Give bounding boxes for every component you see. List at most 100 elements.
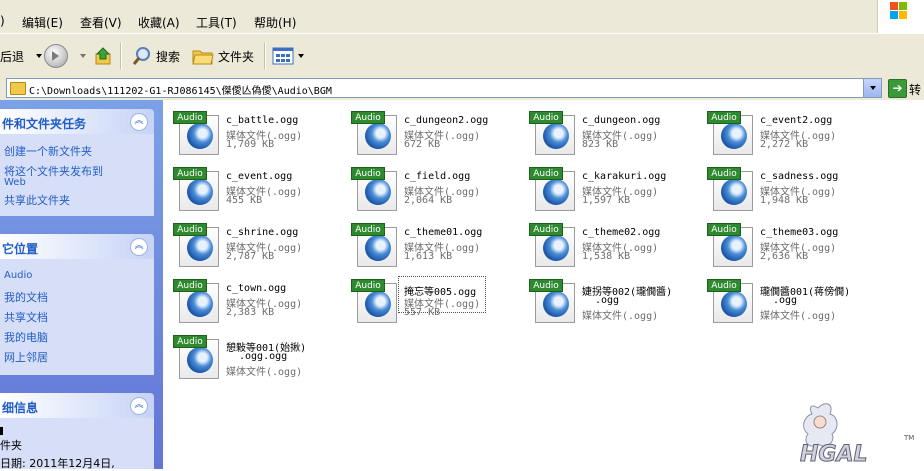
- toolbar: 后退 搜索 文件夹: [0, 33, 924, 79]
- file-name: c_karakuri.ogg: [582, 171, 667, 182]
- file-size: 1,613 KB: [404, 251, 453, 262]
- file-item[interactable]: Audio c_karakuri.ogg 媒体文件(.ogg) 1,597 KB: [521, 160, 697, 212]
- task-publish-web-cont[interactable]: Web: [4, 177, 26, 188]
- audio-file-icon: Audio: [173, 335, 219, 379]
- folders-label: 文件夹: [218, 49, 255, 64]
- back-dropdown-icon[interactable]: [36, 54, 43, 58]
- views-dropdown-icon[interactable]: [298, 54, 304, 58]
- file-item[interactable]: Audio c_shrine.ogg 媒体文件(.ogg) 2,787 KB: [165, 216, 341, 268]
- address-path: C:\Downloads\111202-G1-RJ086145\傑僾亾偽僾\Au…: [29, 86, 332, 97]
- file-item[interactable]: Audio 憩敤等001(始揪) .ogg.ogg 媒体文件(.ogg): [165, 328, 341, 380]
- media-swirl-icon: [187, 235, 213, 261]
- audio-file-icon: Audio: [173, 111, 219, 155]
- collapse-chevron-icon[interactable]: ︽: [130, 113, 148, 131]
- media-swirl-icon: [721, 123, 747, 149]
- file-item[interactable]: Audio c_sadness.ogg 媒体文件(.ogg) 1,948 KB: [699, 160, 875, 212]
- file-name: c_event2.ogg: [760, 115, 833, 126]
- file-name: c_sadness.ogg: [760, 171, 839, 182]
- file-item[interactable]: Audio 婕拐等002(瓏僩醬) .ogg 媒体文件(.ogg): [521, 272, 697, 324]
- folders-button[interactable]: 文件夹: [192, 44, 254, 68]
- file-item[interactable]: Audio c_battle.ogg 媒体文件(.ogg) 1,709 KB: [165, 104, 341, 156]
- file-item[interactable]: Audio c_event.ogg 媒体文件(.ogg) 455 KB: [165, 160, 341, 212]
- forward-button[interactable]: [44, 44, 86, 68]
- place-network[interactable]: 网上邻居: [4, 349, 48, 365]
- media-swirl-icon: [365, 291, 391, 317]
- media-swirl-icon: [187, 347, 213, 373]
- address-dropdown-button[interactable]: [863, 79, 881, 97]
- place-audio[interactable]: Audio: [4, 270, 32, 281]
- file-item[interactable]: Audio c_theme02.ogg 媒体文件(.ogg) 1,538 KB: [521, 216, 697, 268]
- back-button[interactable]: 后退: [0, 44, 43, 68]
- file-size: 557 KB: [404, 307, 441, 318]
- folder-icon: [10, 82, 26, 95]
- file-item[interactable]: Audio c_dungeon.ogg 媒体文件(.ogg) 823 KB: [521, 104, 697, 156]
- audio-tag-label: Audio: [529, 279, 563, 292]
- menu-view[interactable]: 查看(V): [80, 14, 122, 31]
- menu-bar: ) 编辑(E) 查看(V) 收藏(A) 工具(T) 帮助(H): [0, 0, 924, 33]
- file-size: 1,709 KB: [226, 139, 275, 150]
- task-share-folder[interactable]: 共享此文件夹: [4, 192, 70, 208]
- file-item[interactable]: Audio c_theme03.ogg 媒体文件(.ogg) 2,636 KB: [699, 216, 875, 268]
- menu-help[interactable]: 帮助(H): [254, 14, 296, 31]
- forward-dropdown-icon[interactable]: [80, 54, 86, 58]
- file-item[interactable]: Audio c_field.ogg 媒体文件(.ogg) 2,064 KB: [343, 160, 519, 212]
- audio-tag-label: Audio: [351, 279, 385, 292]
- collapse-chevron-icon[interactable]: ︽: [130, 238, 148, 256]
- audio-file-icon: Audio: [173, 167, 219, 211]
- file-item[interactable]: Audio 掩忘等005.ogg 媒体文件(.ogg) 557 KB: [343, 272, 519, 324]
- menu-edit[interactable]: 编辑(E): [22, 14, 63, 31]
- details-panel-header[interactable]: 细信息 ︽: [0, 393, 154, 418]
- audio-tag-label: Audio: [173, 167, 207, 180]
- go-label[interactable]: 转: [909, 81, 921, 98]
- file-name: c_theme01.ogg: [404, 227, 483, 238]
- task-new-folder[interactable]: 创建一个新文件夹: [4, 143, 92, 159]
- collapse-chevron-icon[interactable]: ︽: [130, 397, 148, 415]
- place-my-documents[interactable]: 我的文档: [4, 289, 48, 305]
- details-marker: [0, 427, 3, 435]
- audio-file-icon: Audio: [351, 223, 397, 267]
- audio-tag-label: Audio: [351, 167, 385, 180]
- audio-tag-label: Audio: [173, 279, 207, 292]
- task-pane: 件和文件夹任务 ︽ 创建一个新文件夹 将这个文件夹发布到 Web 共享此文件夹 …: [0, 100, 163, 470]
- file-item[interactable]: Audio c_event2.ogg 媒体文件(.ogg) 2,272 KB: [699, 104, 875, 156]
- media-swirl-icon: [543, 235, 569, 261]
- views-button[interactable]: [272, 44, 304, 68]
- file-size: 1,948 KB: [760, 195, 809, 206]
- go-button[interactable]: ➔: [888, 79, 907, 98]
- forward-arrow-icon: [44, 44, 68, 68]
- back-label: 后退: [0, 49, 25, 64]
- file-item[interactable]: Audio 瓏僩醬001(蒋傍僩) .ogg 媒体文件(.ogg): [699, 272, 875, 324]
- audio-tag-label: Audio: [351, 223, 385, 236]
- search-button[interactable]: 搜索: [132, 44, 180, 68]
- tasks-panel-header[interactable]: 件和文件夹任务 ︽: [0, 109, 154, 134]
- audio-file-icon: Audio: [351, 111, 397, 155]
- menu-favorites[interactable]: 收藏(A): [138, 14, 180, 31]
- address-input[interactable]: C:\Downloads\111202-G1-RJ086145\傑僾亾偽僾\Au…: [6, 78, 882, 98]
- folders-icon: [192, 50, 214, 65]
- place-shared-documents[interactable]: 共享文档: [4, 309, 48, 325]
- file-name: c_theme03.ogg: [760, 227, 839, 238]
- file-name: c_shrine.ogg: [226, 227, 299, 238]
- file-item[interactable]: Audio c_theme01.ogg 媒体文件(.ogg) 1,613 KB: [343, 216, 519, 268]
- audio-file-icon: Audio: [173, 223, 219, 267]
- file-type: 媒体文件(.ogg): [582, 311, 659, 322]
- place-my-computer[interactable]: 我的电脑: [4, 329, 48, 345]
- file-item[interactable]: Audio c_town.ogg 媒体文件(.ogg) 2,383 KB: [165, 272, 341, 324]
- places-panel-title: 它位置: [2, 242, 39, 256]
- file-size: 2,064 KB: [404, 195, 453, 206]
- file-size: 1,538 KB: [582, 251, 631, 262]
- file-name-continued: .ogg.ogg: [239, 351, 288, 362]
- audio-tag-label: Audio: [529, 111, 563, 124]
- menu-file-partial[interactable]: ): [0, 14, 5, 28]
- file-name: c_battle.ogg: [226, 115, 299, 126]
- audio-file-icon: Audio: [529, 167, 575, 211]
- audio-file-icon: Audio: [529, 223, 575, 267]
- media-swirl-icon: [365, 235, 391, 261]
- file-item[interactable]: Audio c_dungeon2.ogg 媒体文件(.ogg) 672 KB: [343, 104, 519, 156]
- views-icon: [272, 47, 294, 65]
- menu-tools[interactable]: 工具(T): [196, 14, 237, 31]
- file-size: 823 KB: [582, 139, 619, 150]
- file-size: 2,272 KB: [760, 139, 809, 150]
- up-folder-button[interactable]: [94, 44, 114, 68]
- places-panel-header[interactable]: 它位置 ︽: [0, 234, 154, 259]
